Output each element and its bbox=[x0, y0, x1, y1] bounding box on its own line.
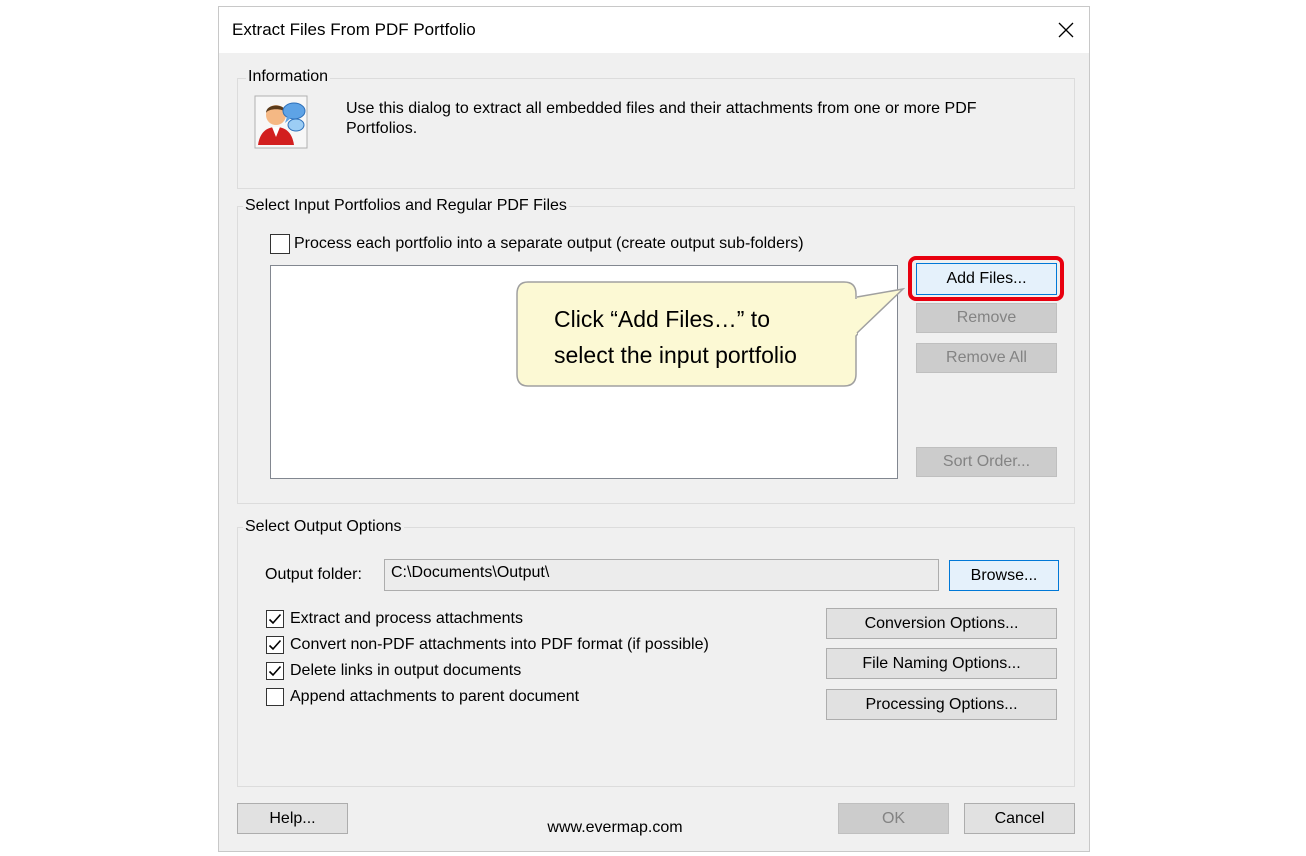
processing-options-button[interactable]: Processing Options... bbox=[826, 689, 1057, 720]
information-group: Information Use this dialog to extract a… bbox=[237, 68, 1075, 189]
cancel-button[interactable]: Cancel bbox=[964, 803, 1075, 834]
help-button[interactable]: Help... bbox=[237, 803, 348, 834]
input-files-list[interactable] bbox=[270, 265, 898, 479]
convert-attachments-label: Convert non-PDF attachments into PDF for… bbox=[290, 636, 709, 653]
extract-attachments-checkbox[interactable] bbox=[266, 610, 284, 628]
extract-files-dialog: Extract Files From PDF Portfolio Informa… bbox=[218, 6, 1090, 852]
website-link[interactable]: www.evermap.com bbox=[515, 819, 715, 837]
information-text: Use this dialog to extract all embedded … bbox=[346, 100, 977, 137]
output-folder-label: Output folder: bbox=[265, 566, 362, 583]
browse-button[interactable]: Browse... bbox=[949, 560, 1059, 591]
file-naming-options-button[interactable]: File Naming Options... bbox=[826, 648, 1057, 679]
close-icon bbox=[1058, 22, 1074, 38]
dialog-title: Extract Files From PDF Portfolio bbox=[232, 20, 476, 39]
separate-output-label: Process each portfolio into a separate o… bbox=[294, 235, 804, 252]
user-help-icon bbox=[254, 95, 308, 149]
separate-output-checkbox[interactable] bbox=[270, 234, 290, 254]
conversion-options-button[interactable]: Conversion Options... bbox=[826, 608, 1057, 639]
checkmark-icon bbox=[268, 665, 282, 677]
output-options-group-label: Select Output Options bbox=[243, 518, 404, 536]
information-group-label: Information bbox=[246, 68, 331, 86]
delete-links-checkbox[interactable] bbox=[266, 662, 284, 680]
callout-pointer bbox=[855, 287, 905, 334]
ok-button[interactable]: OK bbox=[838, 803, 949, 834]
append-attachments-label: Append attachments to parent document bbox=[290, 688, 580, 705]
add-files-highlight bbox=[908, 256, 1064, 301]
checkmark-icon bbox=[268, 639, 282, 651]
close-button[interactable] bbox=[1049, 13, 1083, 47]
convert-attachments-checkbox[interactable] bbox=[266, 636, 284, 654]
checkmark-icon bbox=[268, 613, 282, 625]
append-attachments-checkbox[interactable] bbox=[266, 688, 284, 706]
delete-links-label: Delete links in output documents bbox=[290, 662, 522, 679]
output-folder-field[interactable]: C:\Documents\Output\ bbox=[384, 559, 939, 591]
title-bar: Extract Files From PDF Portfolio bbox=[219, 7, 1089, 53]
sort-order-button[interactable]: Sort Order... bbox=[916, 447, 1057, 477]
input-files-group-label: Select Input Portfolios and Regular PDF … bbox=[243, 197, 569, 215]
remove-all-button[interactable]: Remove All bbox=[916, 343, 1057, 373]
remove-button[interactable]: Remove bbox=[916, 303, 1057, 333]
extract-attachments-label: Extract and process attachments bbox=[290, 610, 523, 627]
